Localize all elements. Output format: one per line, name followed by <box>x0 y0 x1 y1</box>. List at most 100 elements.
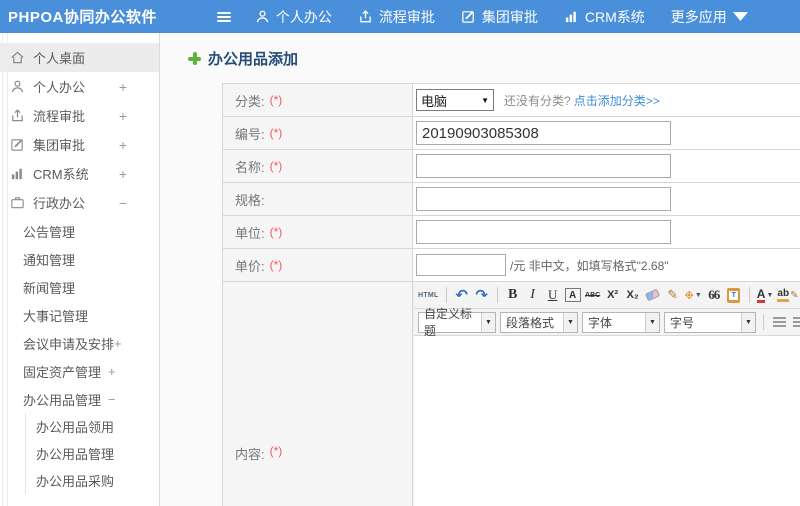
underline-button[interactable]: U <box>545 286 561 305</box>
expand-icon[interactable]: + <box>114 336 122 351</box>
sidebar-item-admin-office[interactable]: 行政办公 − <box>0 188 159 217</box>
required-marker: (*) <box>269 126 283 140</box>
eraser-icon <box>645 288 661 302</box>
home-icon <box>11 51 24 64</box>
form-row-name: 名称: (*) <box>223 150 800 183</box>
add-plus-icon <box>188 52 201 65</box>
font-style-button[interactable]: A <box>564 288 581 302</box>
sidebar-item-announcement-mgmt[interactable]: 公告管理 <box>0 217 159 245</box>
sidebar-item-label: 固定资产管理 <box>23 364 102 380</box>
highlight-color-button[interactable]: ab✎▼ <box>777 286 800 305</box>
auto-typeset-button[interactable]: ❉ ▼ <box>685 286 702 305</box>
superscript-button[interactable]: X² <box>605 286 621 305</box>
sidebar-item-label: 办公用品采购 <box>36 474 115 489</box>
sidebar-item-label: CRM系统 <box>33 167 89 182</box>
sidebar-item-personal-desktop[interactable]: 个人桌面 <box>0 43 159 72</box>
font-size-select[interactable]: 字号 ▼ <box>664 311 756 333</box>
font-family-select[interactable]: 字体 ▼ <box>582 311 660 333</box>
nav-label: 流程审批 <box>378 8 435 25</box>
sidebar-item-crm[interactable]: CRM系统 + <box>0 159 159 188</box>
nav-label: 集团审批 <box>481 8 538 25</box>
expand-icon[interactable]: + <box>119 108 145 124</box>
html-source-button[interactable]: HTML <box>418 286 439 305</box>
main-content: 办公用品添加 分类: (*) 电脑 ▼ 还没有分类? 点击添加分类>> 编号: … <box>160 33 800 506</box>
strikethrough-button[interactable]: ABC <box>585 286 601 305</box>
expand-icon[interactable]: + <box>119 137 145 153</box>
page-title-text: 办公用品添加 <box>208 51 299 68</box>
format-brush-button[interactable]: ✎ <box>665 286 681 305</box>
nav-label: 个人办公 <box>275 8 332 25</box>
paste-text-button[interactable]: T <box>726 286 742 305</box>
required-marker: (*) <box>269 225 283 239</box>
align-left-button[interactable] <box>771 313 787 332</box>
eraser-button[interactable] <box>645 286 661 305</box>
editor-content-area[interactable] <box>414 336 800 506</box>
bold-button[interactable]: B <box>505 286 521 305</box>
nav-group-approval[interactable]: 集团审批 <box>461 7 538 27</box>
subscript-button[interactable]: X₂ <box>625 286 641 305</box>
font-color-button[interactable]: A ▼ <box>756 286 773 305</box>
paragraph-format-select[interactable]: 段落格式 ▼ <box>500 311 578 333</box>
share-icon <box>12 109 23 122</box>
nav-personal-office[interactable]: 个人办公 <box>255 7 332 27</box>
custom-heading-select[interactable]: 自定义标题 ▼ <box>418 307 496 338</box>
category-hint: 还没有分类? <box>504 93 571 108</box>
sidebar-scrollbar[interactable] <box>2 33 8 506</box>
collapse-icon[interactable]: − <box>108 392 116 407</box>
sidebar-item-label: 流程审批 <box>33 109 86 124</box>
nav-crm-system[interactable]: CRM系统 <box>564 7 645 27</box>
field-label: 编号: (*) <box>223 117 413 149</box>
add-category-link[interactable]: 点击添加分类>> <box>574 92 660 109</box>
expand-icon[interactable]: + <box>119 79 145 95</box>
sidebar-item-group-approval[interactable]: 集团审批 + <box>0 130 159 159</box>
sidebar-submenu-supplies: 办公用品领用 办公用品管理 办公用品采购 <box>25 413 159 494</box>
sidebar-item-events-mgmt[interactable]: 大事记管理 <box>0 301 159 329</box>
align-center-button[interactable] <box>791 313 800 332</box>
unit-input[interactable] <box>416 220 671 244</box>
sidebar-item-fixed-assets-mgmt[interactable]: 固定资产管理 + <box>0 357 159 385</box>
form-row-spec: 规格: <box>223 183 800 216</box>
hamburger-menu-icon[interactable] <box>213 8 235 26</box>
undo-button[interactable]: ↶ <box>454 286 470 305</box>
sidebar-item-label: 公告管理 <box>23 224 76 240</box>
category-select[interactable]: 电脑 ▼ <box>416 89 494 111</box>
sidebar-item-supplies-manage[interactable]: 办公用品管理 <box>26 440 159 467</box>
nav-workflow-approval[interactable]: 流程审批 <box>358 7 435 27</box>
sidebar-item-label: 个人桌面 <box>33 51 86 66</box>
code-input[interactable] <box>416 121 671 145</box>
sidebar-item-news-mgmt[interactable]: 新闻管理 <box>0 273 159 301</box>
edit-icon <box>11 139 23 151</box>
collapse-icon[interactable]: − <box>119 195 145 211</box>
nav-label: 更多应用 <box>670 8 727 25</box>
price-input[interactable] <box>416 254 506 276</box>
required-marker: (*) <box>269 444 283 458</box>
field-label: 规格: <box>223 183 413 215</box>
sidebar-item-label: 新闻管理 <box>23 280 76 296</box>
align-left-icon <box>772 317 786 327</box>
form-row-code: 编号: (*) <box>223 117 800 150</box>
sidebar-item-notice-mgmt[interactable]: 通知管理 <box>0 245 159 273</box>
dropdown-arrow-icon: ▼ <box>645 312 659 332</box>
italic-button[interactable]: I <box>525 286 541 305</box>
sidebar-item-personal-office[interactable]: 个人办公 + <box>0 72 159 101</box>
sidebar-item-supplies-purchase[interactable]: 办公用品采购 <box>26 467 159 494</box>
sidebar-item-workflow-approval[interactable]: 流程审批 + <box>0 101 159 130</box>
nav-label: CRM系统 <box>584 8 645 25</box>
nav-more-apps[interactable]: 更多应用 <box>671 7 748 27</box>
sidebar-item-supplies-claim[interactable]: 办公用品领用 <box>26 413 159 440</box>
blockquote-button[interactable]: 66 <box>706 286 722 305</box>
sidebar-item-label: 办公用品管理 <box>36 447 115 462</box>
sidebar-item-label: 集团审批 <box>33 138 86 153</box>
expand-icon[interactable]: + <box>119 166 145 182</box>
name-input[interactable] <box>416 154 671 178</box>
share-icon <box>360 10 371 23</box>
sidebar-item-supplies-mgmt-parent[interactable]: 办公用品管理 − <box>0 385 159 413</box>
price-suffix-hint: /元 非中文，如填写格式"2.68" <box>510 258 669 273</box>
form-row-unit: 单位: (*) <box>223 216 800 249</box>
expand-icon[interactable]: + <box>108 364 116 379</box>
redo-button[interactable]: ↷ <box>474 286 490 305</box>
sidebar-item-meeting-mgmt[interactable]: 会议申请及安排 + <box>0 329 159 357</box>
caret-down-icon <box>732 12 748 21</box>
spec-input[interactable] <box>416 187 671 211</box>
top-navigation: 个人办公 流程审批 集团审批 CRM系统 更多应用 <box>255 7 748 27</box>
